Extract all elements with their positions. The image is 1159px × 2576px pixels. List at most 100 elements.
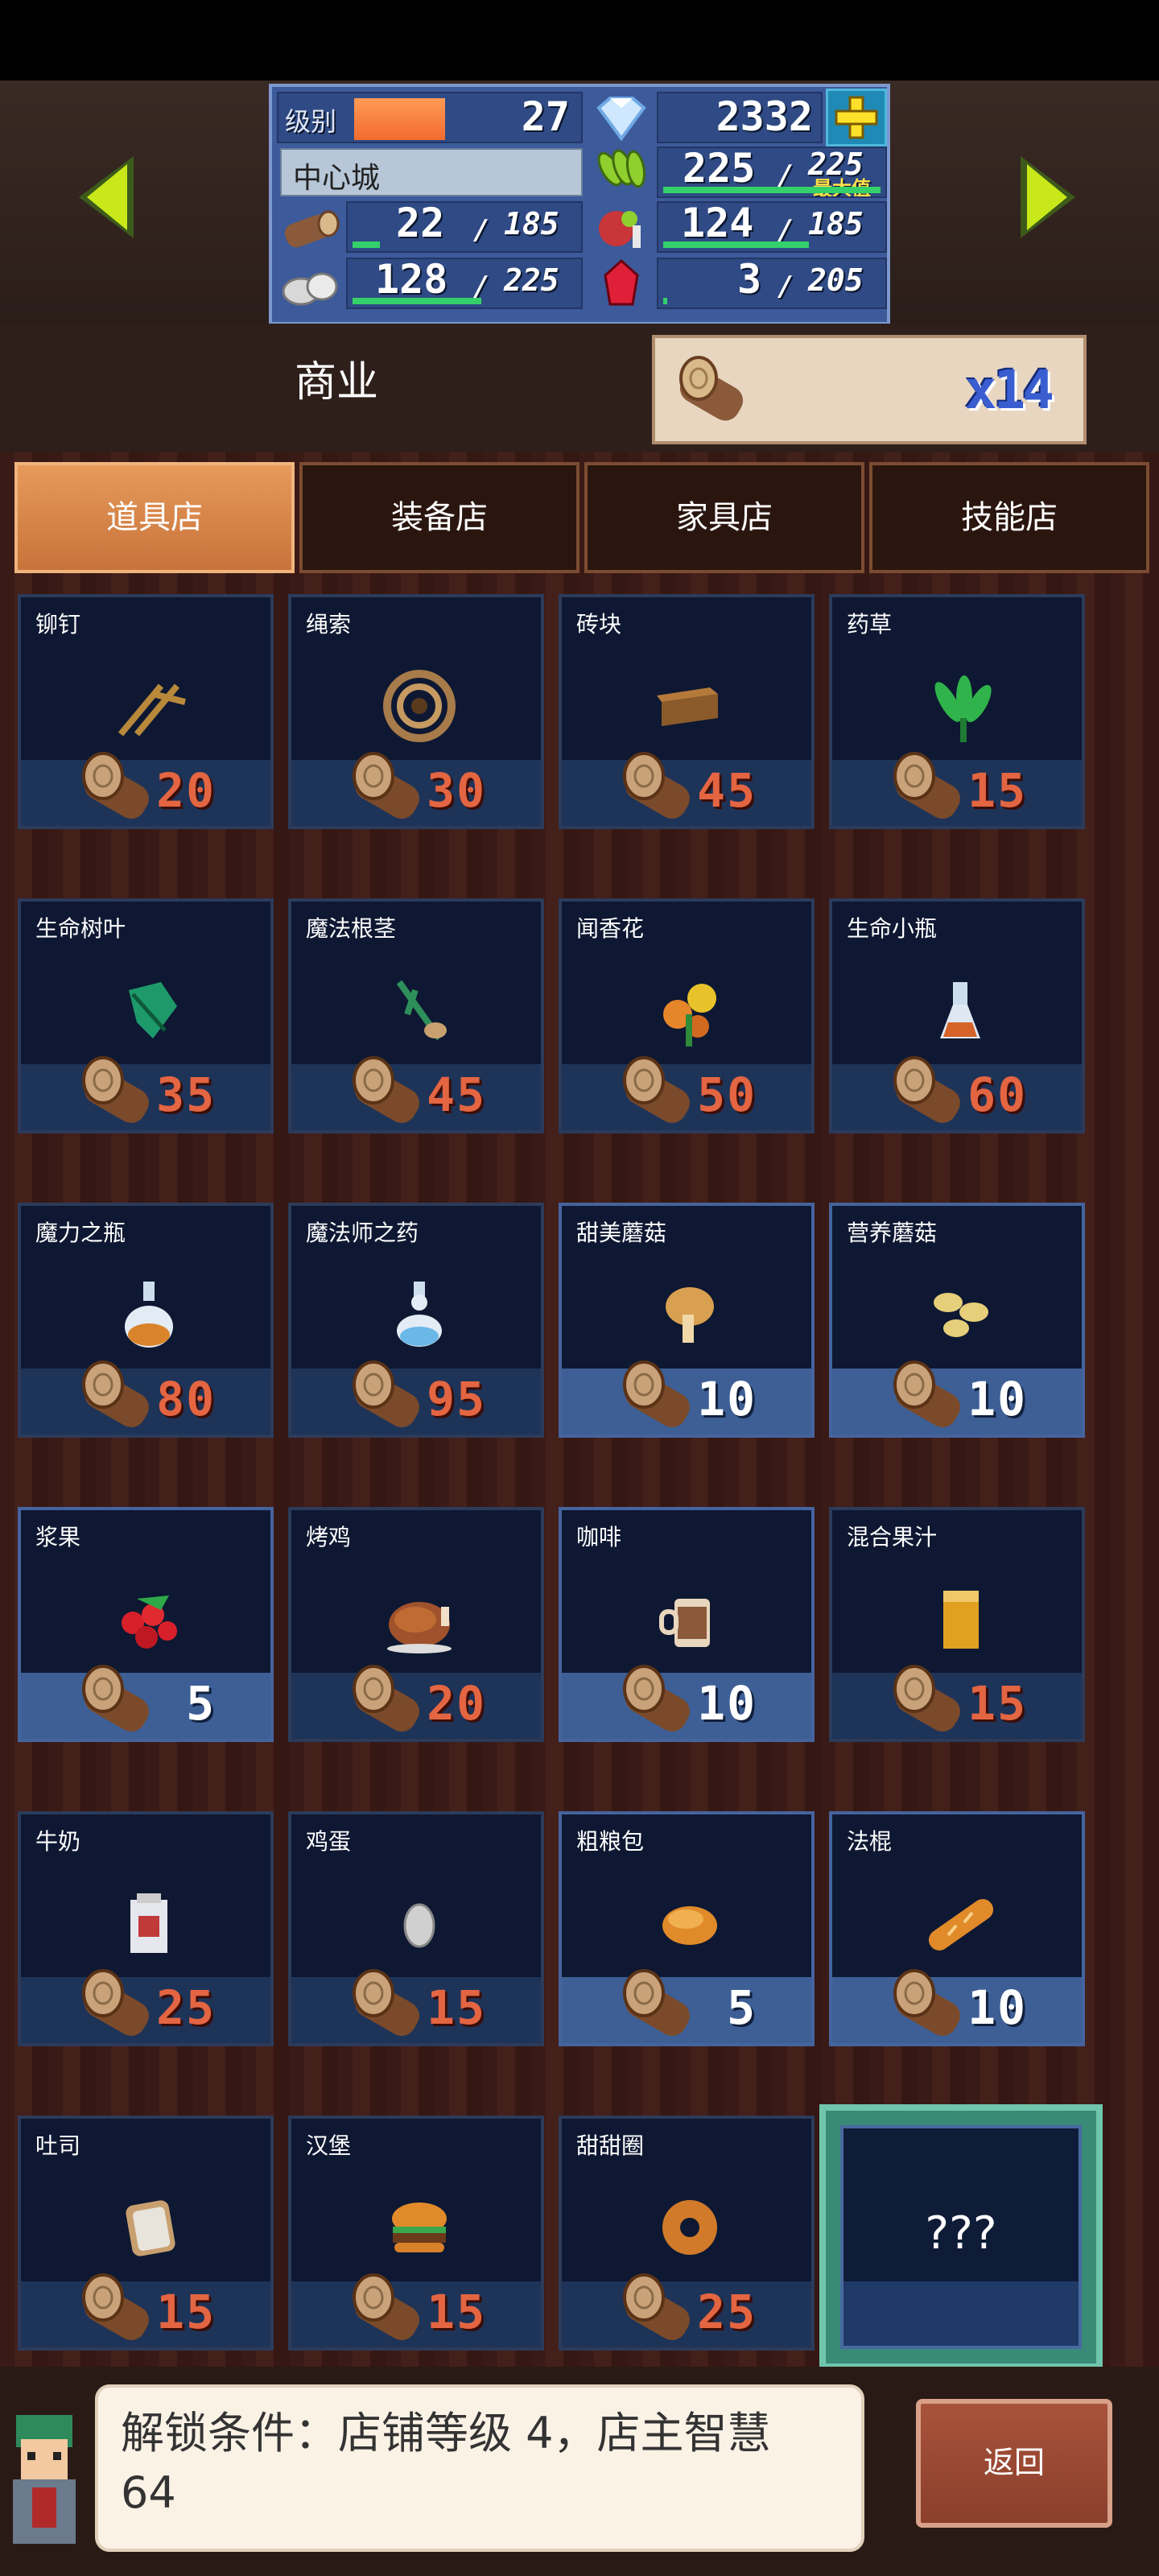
shop-item-card[interactable]: 药草 15 [829,594,1085,829]
level-value: 27 [521,93,570,140]
item-price: 50 [697,1067,757,1122]
item-name: 营养蘑菇 [847,1220,938,1246]
ruby-cell: 3 / 205 [657,258,887,309]
item-name: 甜甜圈 [576,2132,645,2159]
shop-item-card[interactable]: 烤鸡 20 [288,1507,544,1742]
item-price: 10 [967,1980,1027,2035]
item-name: 魔力之瓶 [35,1220,126,1246]
next-town-arrow[interactable] [1016,153,1080,242]
chevron-right-icon [1021,156,1075,238]
roast-chicken-icon [387,1602,452,1653]
wood-log-icon [343,1967,431,2040]
item-price: 45 [427,1067,486,1122]
shop-item-card[interactable]: 鸡蛋 15 [288,1811,544,2046]
back-button[interactable]: 返回 [916,2399,1112,2528]
shop-item-card[interactable]: 粗粮包 5 [559,1811,815,2046]
ruby-icon [588,258,655,311]
item-name: 鸡蛋 [306,1828,352,1855]
wood-log-icon [343,1663,431,1736]
stone-cell: 128 / 225 [346,258,583,309]
item-name: 铆钉 [35,611,81,638]
gem-icon [588,92,655,145]
item-name: 绳索 [306,611,352,638]
stone-max: 225 [504,262,559,298]
item-price: 80 [156,1372,216,1426]
shopkeeper-avatar [0,2399,89,2560]
item-price: 45 [697,763,757,818]
meat-max: 185 [808,206,864,242]
status-bar [0,0,1159,80]
tab-item-shop[interactable]: 道具店 [14,462,295,573]
stone-value: 128 [375,258,448,303]
item-name: 烤鸡 [306,1524,352,1550]
meat-cell: 124 / 185 [657,201,887,253]
gem-count: 2332 [716,93,813,140]
burger-icon [392,2202,447,2252]
item-price: 15 [427,1980,486,2035]
tab-furniture-shop[interactable]: 家具店 [584,462,864,573]
item-name: 砖块 [576,611,622,638]
shop-item-card[interactable]: 闻香花 50 [559,898,815,1133]
item-name: 混合果汁 [847,1524,938,1550]
shop-item-card[interactable]: 魔力之瓶 80 [18,1203,274,1438]
wood-icon [277,201,344,254]
previous-town-arrow[interactable] [74,153,138,242]
wheat-cell: 225 / 225 最大值 [657,147,887,198]
shop-item-card[interactable]: 汉堡 15 [288,2116,544,2351]
item-name: 生命小瓶 [847,915,938,942]
wood-log-icon [72,2272,161,2344]
item-name: 牛奶 [35,1828,81,1855]
root-icon [396,980,447,1041]
wood-log-icon [613,1055,702,1127]
currency-display: x14 [652,335,1087,444]
wood-log-icon [343,1359,431,1431]
shop-item-card[interactable]: 甜美蘑菇 10 [559,1203,815,1438]
unlock-condition-bubble: 解锁条件：店铺等级 4，店主智慧 64 [95,2384,864,2552]
item-price: 10 [967,1372,1027,1426]
currency-quantity: x14 [964,359,1054,421]
shop-item-card[interactable]: 混合果汁 15 [829,1507,1085,1742]
shop-item-card[interactable]: 魔法师之药 95 [288,1203,544,1438]
wood-cell: 22 / 185 [346,201,583,253]
mage-potion-icon [397,1282,442,1347]
item-name: 粗粮包 [576,1828,645,1855]
berry-icon [122,1596,177,1649]
shop-item-card[interactable]: 甜甜圈 25 [559,2116,815,2351]
leaf-icon [129,982,177,1038]
shop-item-card[interactable]: 牛奶 25 [18,1811,274,2046]
shop-item-card[interactable]: 绳索 30 [288,594,544,829]
tab-equipment-shop[interactable]: 装备店 [299,462,580,573]
wheat-icon [588,147,655,200]
add-gems-button[interactable] [826,89,887,147]
item-name: 浆果 [35,1524,81,1550]
rivet-icon [118,683,186,737]
shop-item-card[interactable]: 砖块 45 [559,594,815,829]
shop-item-card[interactable]: 生命小瓶 60 [829,898,1085,1133]
stone-bar [353,298,481,304]
shop-item-card[interactable]: 生命树叶 35 [18,898,274,1133]
rope-icon [383,670,456,742]
item-name: 药草 [847,611,893,638]
meat-icon [588,201,655,254]
shop-item-card[interactable]: 魔法根茎 45 [288,898,544,1133]
level-label: 级别 [285,106,337,137]
shop-item-card[interactable]: 法棍 10 [829,1811,1085,2046]
shop-item-card[interactable]: 浆果 5 [18,1507,274,1742]
item-price: 5 [727,1980,757,2035]
item-price: 15 [967,763,1027,818]
tab-skill-shop[interactable]: 技能店 [869,462,1149,573]
mana-bottle-icon [125,1282,173,1348]
shop-item-card[interactable]: 吐司 15 [18,2116,274,2351]
item-name: 吐司 [35,2132,81,2159]
item-price: 60 [967,1067,1027,1122]
baguette-icon [928,1899,994,1951]
item-price: 15 [427,2285,486,2339]
item-price: 10 [697,1372,757,1426]
item-name: 甜美蘑菇 [576,1220,667,1246]
page-title: 商业 [295,358,379,407]
locked-item-slot[interactable]: ??? [819,2104,1103,2370]
shop-item-card[interactable]: 咖啡 10 [559,1507,815,1742]
shop-item-card[interactable]: 铆钉 20 [18,594,274,829]
shop-item-card[interactable]: 营养蘑菇 10 [829,1203,1085,1438]
mushroom-icon [666,1287,714,1343]
